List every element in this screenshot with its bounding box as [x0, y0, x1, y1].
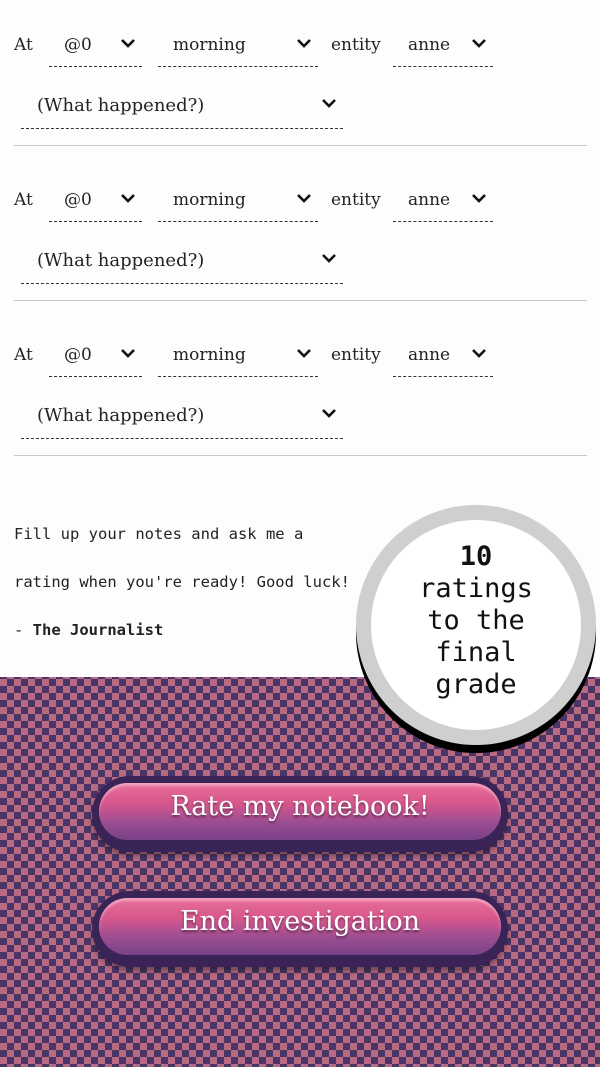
- entity-value: anne: [408, 35, 451, 55]
- end-investigation-label: End investigation: [179, 906, 421, 937]
- badge-line-2: to the: [427, 605, 525, 636]
- period-select[interactable]: morning: [158, 183, 318, 222]
- chevron-down-icon: [472, 349, 486, 358]
- period-select[interactable]: morning: [158, 338, 318, 377]
- at-label: At: [14, 35, 33, 55]
- note-signature: The Journalist: [32, 621, 164, 639]
- chevron-down-icon: [297, 349, 311, 358]
- chevron-down-icon: [297, 39, 311, 48]
- chevron-down-icon: [121, 194, 135, 203]
- chevron-down-icon: [472, 194, 486, 203]
- time-value: @0: [64, 345, 92, 365]
- entity-label: entity: [331, 190, 381, 210]
- badge-line-1: ratings: [419, 573, 533, 604]
- period-value: morning: [173, 35, 246, 55]
- badge-line-4: grade: [435, 669, 517, 700]
- entity-value: anne: [408, 190, 451, 210]
- at-label: At: [14, 345, 33, 365]
- time-select[interactable]: @0: [49, 28, 142, 67]
- chevron-down-icon: [322, 254, 336, 263]
- entity-value: anne: [408, 345, 451, 365]
- time-select[interactable]: @0: [49, 183, 142, 222]
- chevron-down-icon: [322, 99, 336, 108]
- end-investigation-button[interactable]: End investigation: [92, 891, 508, 967]
- chevron-down-icon: [121, 39, 135, 48]
- chevron-down-icon: [297, 194, 311, 203]
- event-select[interactable]: (What happened?): [21, 243, 343, 284]
- ratings-count: 10: [459, 541, 493, 572]
- event-select[interactable]: (What happened?): [21, 88, 343, 129]
- chevron-down-icon: [121, 349, 135, 358]
- entity-label: entity: [331, 345, 381, 365]
- ratings-remaining-badge: 10 ratings to the final grade: [356, 505, 596, 753]
- event-value: (What happened?): [37, 405, 205, 426]
- entity-select[interactable]: anne: [393, 338, 493, 377]
- entry-header-row: At @0 morning entity anne: [14, 183, 587, 223]
- period-select[interactable]: morning: [158, 28, 318, 67]
- entity-label: entity: [331, 35, 381, 55]
- rate-notebook-button[interactable]: Rate my notebook!: [92, 776, 508, 852]
- note-entry: At @0 morning entity anne (What happened…: [14, 155, 587, 301]
- note-entry: At @0 morning entity anne (What happened…: [14, 0, 587, 146]
- entity-select[interactable]: anne: [393, 183, 493, 222]
- entity-select[interactable]: anne: [393, 28, 493, 67]
- note-entry: At @0 morning entity anne (What happened…: [14, 310, 587, 456]
- badge-line-3: final: [435, 637, 517, 668]
- entry-header-row: At @0 morning entity anne: [14, 338, 587, 378]
- at-label: At: [14, 190, 33, 210]
- event-select[interactable]: (What happened?): [21, 398, 343, 439]
- entry-header-row: At @0 morning entity anne: [14, 28, 587, 68]
- period-value: morning: [173, 190, 246, 210]
- time-value: @0: [64, 190, 92, 210]
- event-value: (What happened?): [37, 95, 205, 116]
- event-value: (What happened?): [37, 250, 205, 271]
- rate-notebook-label: Rate my notebook!: [170, 791, 430, 822]
- period-value: morning: [173, 345, 246, 365]
- chevron-down-icon: [322, 409, 336, 418]
- time-select[interactable]: @0: [49, 338, 142, 377]
- time-value: @0: [64, 35, 92, 55]
- chevron-down-icon: [472, 39, 486, 48]
- journalist-note: Fill up your notes and ask me a rating w…: [14, 510, 354, 654]
